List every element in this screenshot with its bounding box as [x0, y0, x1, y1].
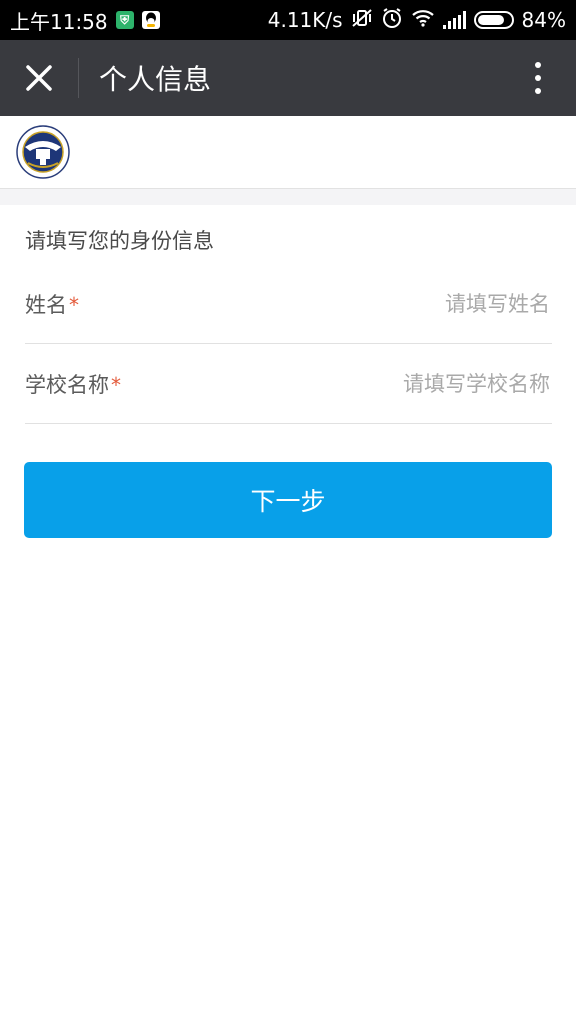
school-logo-icon [16, 125, 70, 179]
nav-bar: 个人信息 [0, 40, 576, 116]
more-vertical-icon [535, 62, 541, 68]
required-mark: * [111, 372, 121, 397]
next-button[interactable]: 下一步 [24, 462, 552, 538]
battery-icon [473, 11, 514, 29]
required-mark: * [69, 292, 79, 317]
status-time: 上午11:58 [10, 9, 108, 34]
battery-percent: 84% [521, 8, 566, 32]
logo-header [0, 116, 576, 189]
status-right: 4.11K/s 84% [268, 7, 566, 34]
qq-icon [141, 11, 160, 29]
wifi-icon [411, 8, 435, 32]
close-button[interactable] [0, 40, 78, 116]
name-input[interactable] [248, 290, 552, 317]
school-label-wrap: 学校名称 * [25, 369, 121, 399]
name-label: 姓名 [25, 292, 67, 317]
section-separator [0, 189, 576, 205]
name-row: 姓名 * [25, 264, 552, 344]
alarm-icon [381, 7, 403, 34]
page-title: 个人信息 [99, 63, 212, 96]
form-heading: 请填写您的身份信息 [25, 229, 214, 253]
status-left: 上午11:58 ⛨ [10, 6, 160, 35]
nav-divider [78, 58, 79, 98]
more-button[interactable] [522, 40, 554, 116]
name-label-wrap: 姓名 * [25, 289, 79, 319]
school-input[interactable] [248, 370, 552, 397]
signal-icon [442, 11, 466, 29]
school-row: 学校名称 * [25, 344, 552, 424]
network-speed: 4.11K/s [267, 8, 343, 32]
vibrate-off-icon [351, 8, 373, 33]
shield-app-icon: ⛨ [115, 11, 134, 29]
school-label: 学校名称 [25, 372, 109, 397]
status-bar: 上午11:58 ⛨ 4.11K/s 84% [0, 0, 576, 40]
close-icon [26, 65, 52, 91]
